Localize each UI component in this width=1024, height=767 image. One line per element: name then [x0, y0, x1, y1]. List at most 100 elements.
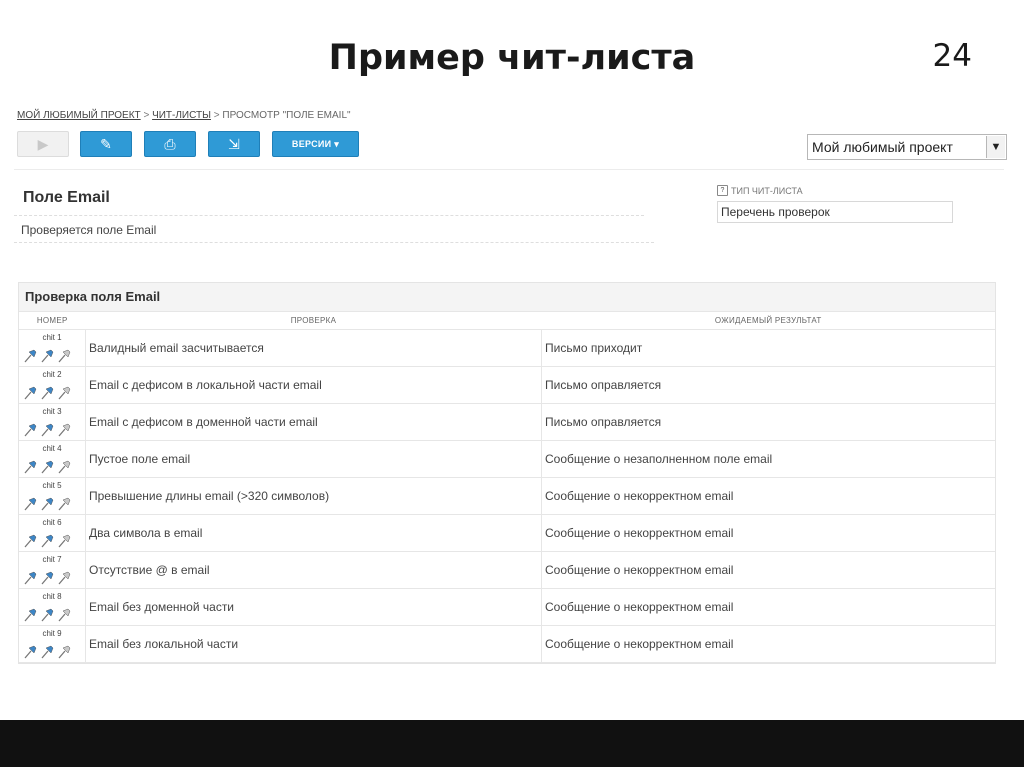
help-icon[interactable]: ?: [717, 185, 728, 196]
pin-group: [23, 608, 71, 622]
chit-number-cell: chit 2: [19, 366, 86, 404]
pin-active-icon[interactable]: [23, 608, 37, 622]
check-cell: Email с дефисом в локальной части email: [85, 366, 542, 404]
chit-number-cell: chit 4: [19, 440, 86, 478]
pin-group: [23, 497, 71, 511]
check-cell: Превышение длины email (>320 символов): [85, 477, 542, 515]
pin-active-icon[interactable]: [23, 460, 37, 474]
expected-result-cell: Письмо приходит: [541, 329, 995, 367]
table-row[interactable]: chit 5 Превышение длины email (>320 симво…: [19, 477, 995, 515]
table-row[interactable]: chit 4 Пустое поле email Сообщение о незап…: [19, 440, 995, 478]
table-row[interactable]: chit 2 Email с дефисом в локальной части …: [19, 366, 995, 404]
pin-active-icon[interactable]: [23, 645, 37, 659]
checks-table: НОМЕР ПРОВЕРКА ОЖИДАЕМЫЙ РЕЗУЛЬТАТ chit …: [19, 312, 995, 663]
pin-active-icon[interactable]: [23, 423, 37, 437]
cheatsheet-type-label: ? ТИП ЧИТ-ЛИСТА: [717, 185, 957, 196]
cheatsheet-type-field[interactable]: Перечень проверок: [717, 201, 953, 223]
breadcrumb-cheatsheets-link[interactable]: ЧИТ-ЛИСТЫ: [152, 110, 211, 121]
chit-number-cell: chit 3: [19, 403, 86, 441]
chevron-down-icon[interactable]: ▼: [986, 136, 1005, 158]
pin-active-icon[interactable]: [23, 349, 37, 363]
check-cell: Email без доменной части: [85, 588, 542, 626]
pin-group: [23, 645, 71, 659]
chit-number: chit 9: [42, 629, 62, 638]
pin-active-icon[interactable]: [40, 571, 54, 585]
pin-inactive-icon[interactable]: [57, 571, 71, 585]
pin-inactive-icon[interactable]: [57, 534, 71, 548]
expected-result-cell: Письмо оправляется: [541, 403, 995, 441]
pin-active-icon[interactable]: [40, 608, 54, 622]
table-row[interactable]: chit 8 Email без доменной части Сообщение …: [19, 588, 995, 626]
chit-number: chit 6: [42, 518, 62, 527]
pin-active-icon[interactable]: [40, 460, 54, 474]
check-cell: Отсутствие @ в email: [85, 551, 542, 589]
pin-active-icon[interactable]: [23, 386, 37, 400]
pin-inactive-icon[interactable]: [57, 386, 71, 400]
chit-number-cell: chit 7: [19, 551, 86, 589]
pin-group: [23, 349, 71, 363]
toolbar-divider: [14, 169, 1004, 170]
table-row[interactable]: chit 6 Два символа в email Сообщение о нек…: [19, 514, 995, 552]
run-button[interactable]: ▶: [17, 131, 69, 157]
pin-active-icon[interactable]: [23, 497, 37, 511]
play-icon: ▶: [37, 136, 49, 152]
check-cell: Два символа в email: [85, 514, 542, 552]
print-button[interactable]: ⎙: [144, 131, 196, 157]
check-cell: Валидный email засчитывается: [85, 329, 542, 367]
chit-number-cell: chit 8: [19, 588, 86, 626]
pin-inactive-icon[interactable]: [57, 349, 71, 363]
pin-inactive-icon[interactable]: [57, 460, 71, 474]
check-cell: Email без локальной части: [85, 625, 542, 663]
chit-number-cell: chit 9: [19, 625, 86, 663]
printer-icon: ⎙: [164, 136, 176, 152]
table-row[interactable]: chit 9 Email без локальной части Сообщение…: [19, 625, 995, 663]
chit-number-cell: chit 1: [19, 329, 86, 367]
table-header-row: НОМЕР ПРОВЕРКА ОЖИДАЕМЫЙ РЕЗУЛЬТАТ: [19, 312, 995, 330]
breadcrumb: МОЙ ЛЮБИМЫЙ ПРОЕКТ > ЧИТ-ЛИСТЫ > ПРОСМОТ…: [17, 110, 351, 121]
project-select-value: Мой любимый проект: [812, 139, 953, 155]
pin-active-icon[interactable]: [40, 386, 54, 400]
pin-active-icon[interactable]: [40, 423, 54, 437]
table-row[interactable]: chit 1 Валидный email засчитывается Письмо…: [19, 329, 995, 367]
export-button[interactable]: ⇲: [208, 131, 260, 157]
pin-active-icon[interactable]: [40, 534, 54, 548]
slide-number: 24: [932, 38, 972, 74]
pin-group: [23, 534, 71, 548]
divider: [14, 215, 644, 216]
breadcrumb-current: ПРОСМОТР "ПОЛЕ EMAIL": [222, 110, 351, 121]
pin-active-icon[interactable]: [23, 534, 37, 548]
versions-label: ВЕРСИИ ▾: [291, 138, 340, 149]
checks-panel: Проверка поля Email НОМЕР ПРОВЕРКА ОЖИДА…: [18, 282, 996, 664]
pin-active-icon[interactable]: [40, 497, 54, 511]
chit-number: chit 3: [42, 407, 62, 416]
export-icon: ⇲: [228, 136, 240, 152]
pin-active-icon[interactable]: [23, 571, 37, 585]
expected-result-cell: Сообщение о некорректном email: [541, 477, 995, 515]
edit-button[interactable]: ✎: [80, 131, 132, 157]
divider: [14, 242, 654, 243]
project-select[interactable]: Мой любимый проект ▼: [807, 134, 1007, 160]
pin-inactive-icon[interactable]: [57, 423, 71, 437]
pin-active-icon[interactable]: [40, 645, 54, 659]
pin-active-icon[interactable]: [40, 349, 54, 363]
chit-number: chit 8: [42, 592, 62, 601]
pin-group: [23, 571, 71, 585]
pin-inactive-icon[interactable]: [57, 608, 71, 622]
pin-group: [23, 423, 71, 437]
table-row[interactable]: chit 3 Email с дефисом в доменной части e…: [19, 403, 995, 441]
versions-dropdown-button[interactable]: ВЕРСИИ ▾: [272, 131, 359, 157]
column-header-check: ПРОВЕРКА: [85, 312, 542, 330]
breadcrumb-project-link[interactable]: МОЙ ЛЮБИМЫЙ ПРОЕКТ: [17, 110, 141, 121]
chit-number: chit 1: [42, 333, 62, 342]
breadcrumb-separator: >: [143, 110, 150, 121]
expected-result-cell: Сообщение о некорректном email: [541, 514, 995, 552]
field-title: Поле Email: [23, 189, 110, 206]
pin-group: [23, 386, 71, 400]
chit-number-cell: chit 6: [19, 514, 86, 552]
expected-result-cell: Сообщение о незаполненном поле email: [541, 440, 995, 478]
breadcrumb-separator: >: [213, 110, 220, 121]
pin-inactive-icon[interactable]: [57, 645, 71, 659]
pin-inactive-icon[interactable]: [57, 497, 71, 511]
table-row[interactable]: chit 7 Отсутствие @ в email Сообщение о не…: [19, 551, 995, 589]
column-header-number: НОМЕР: [19, 312, 86, 330]
